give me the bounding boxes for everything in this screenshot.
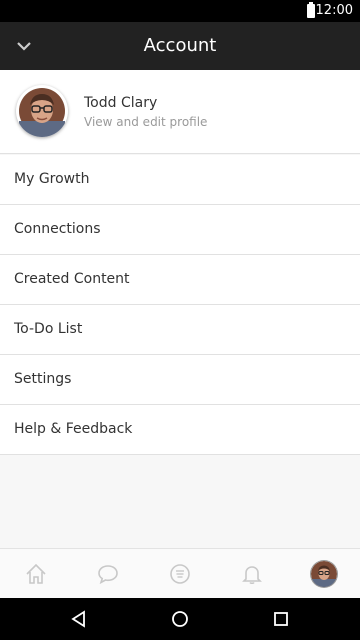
chevron-down-icon [17,42,31,51]
tab-profile[interactable] [288,549,360,598]
collapse-button[interactable] [12,34,36,58]
tab-messages[interactable] [72,549,144,598]
profile-name: Todd Clary [84,95,158,111]
account-menu: My Growth Connections Created Content To… [0,155,360,455]
avatar [16,85,68,137]
profile-subtitle: View and edit profile [84,115,208,129]
profile-row[interactable]: Todd Clary View and edit profile [0,70,360,154]
system-nav-bar [0,598,360,640]
chat-icon [98,564,118,584]
back-icon [71,610,85,628]
menu-item-connections[interactable]: Connections [0,205,360,255]
status-bar: 12:00 [0,0,360,22]
feed-icon [170,563,190,584]
menu-item-created-content[interactable]: Created Content [0,255,360,305]
tab-home[interactable] [0,549,72,598]
tab-feed[interactable] [144,549,216,598]
avatar [311,560,337,587]
bottom-tab-bar [0,548,360,598]
battery-icon [307,2,315,18]
menu-item-help-feedback[interactable]: Help & Feedback [0,405,360,455]
app-bar: Account [0,22,360,70]
home-circle-icon [172,611,188,627]
page-title: Account [143,35,217,56]
tab-notifications[interactable] [216,549,288,598]
home-button[interactable] [168,607,192,631]
menu-item-settings[interactable]: Settings [0,355,360,405]
back-button[interactable] [67,607,91,631]
recents-icon [274,612,288,626]
menu-item-todo-list[interactable]: To-Do List [0,305,360,355]
bell-icon [242,565,262,584]
home-icon [26,563,46,584]
recents-button[interactable] [269,607,293,631]
menu-item-my-growth[interactable]: My Growth [0,155,360,205]
status-time: 12:00 [315,3,353,18]
